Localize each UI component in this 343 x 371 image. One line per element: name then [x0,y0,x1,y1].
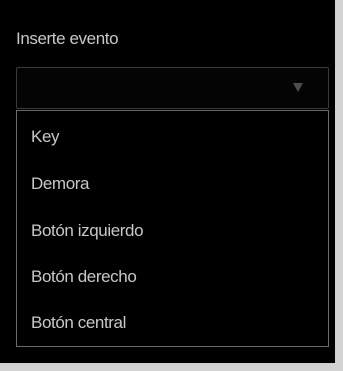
option-demora[interactable]: Demora [31,173,89,195]
option-boton-central[interactable]: Botón central [31,312,126,334]
event-panel: Inserte evento Key Demora Botón izquierd… [0,0,343,371]
option-key[interactable]: Key [31,126,59,148]
event-select[interactable] [16,67,329,109]
event-options-dropdown: Key Demora Botón izquierdo Botón derecho… [16,110,329,347]
option-boton-izquierdo[interactable]: Botón izquierdo [31,220,144,242]
dropdown-arrow-icon[interactable] [293,83,303,92]
option-boton-derecho[interactable]: Botón derecho [31,266,137,288]
insert-event-label: Inserte evento [16,29,119,48]
